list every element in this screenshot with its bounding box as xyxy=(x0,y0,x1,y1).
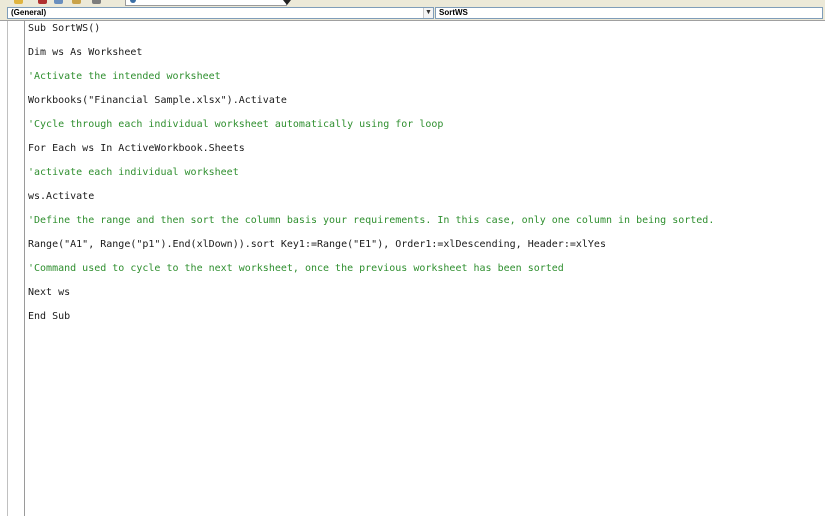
code-line[interactable]: Next ws xyxy=(28,286,818,310)
object-combo-value: (General) xyxy=(11,8,47,17)
code-line[interactable]: Workbooks("Financial Sample.xlsx").Activ… xyxy=(28,94,818,118)
vba-editor-window: (General) ▼ SortWS Sub SortWS() Dim ws As… xyxy=(0,0,825,516)
procedure-combo-value: SortWS xyxy=(439,8,468,17)
gutter-divider xyxy=(7,21,8,516)
code-line[interactable]: Range("A1", Range("p1").End(xlDown)).sor… xyxy=(28,238,818,262)
code-window-combo-bar: (General) ▼ SortWS xyxy=(0,6,825,21)
code-line[interactable]: ws.Activate xyxy=(28,190,818,214)
chevron-down-icon[interactable]: ▼ xyxy=(423,8,433,18)
code-comment-line[interactable]: 'Command used to cycle to the next works… xyxy=(28,262,818,286)
code-line[interactable]: Dim ws As Worksheet xyxy=(28,46,818,70)
find-icon[interactable] xyxy=(92,0,101,4)
code-line[interactable]: Sub SortWS() xyxy=(28,22,818,46)
code-line[interactable]: For Each ws In ActiveWorkbook.Sheets xyxy=(28,142,818,166)
code-line[interactable]: End Sub xyxy=(28,310,818,334)
code-comment-line[interactable]: 'activate each individual worksheet xyxy=(28,166,818,190)
copy-icon[interactable] xyxy=(54,0,63,4)
procedure-combo[interactable]: SortWS xyxy=(435,7,823,19)
object-combo[interactable]: (General) ▼ xyxy=(7,7,434,19)
code-comment-line[interactable]: 'Activate the intended worksheet xyxy=(28,70,818,94)
code-editor[interactable]: Sub SortWS() Dim ws As Worksheet 'Activate… xyxy=(28,22,818,334)
folder-icon[interactable] xyxy=(14,0,23,4)
paste-icon[interactable] xyxy=(72,0,81,4)
code-comment-line[interactable]: 'Cycle through each individual worksheet… xyxy=(28,118,818,142)
code-comment-line[interactable]: 'Define the range and then sort the colu… xyxy=(28,214,818,238)
toolbar-dropdown-arrow-icon[interactable] xyxy=(283,0,291,5)
margin-indicator-bar[interactable] xyxy=(0,21,25,516)
info-icon xyxy=(130,0,136,3)
cut-icon[interactable] xyxy=(38,0,47,4)
